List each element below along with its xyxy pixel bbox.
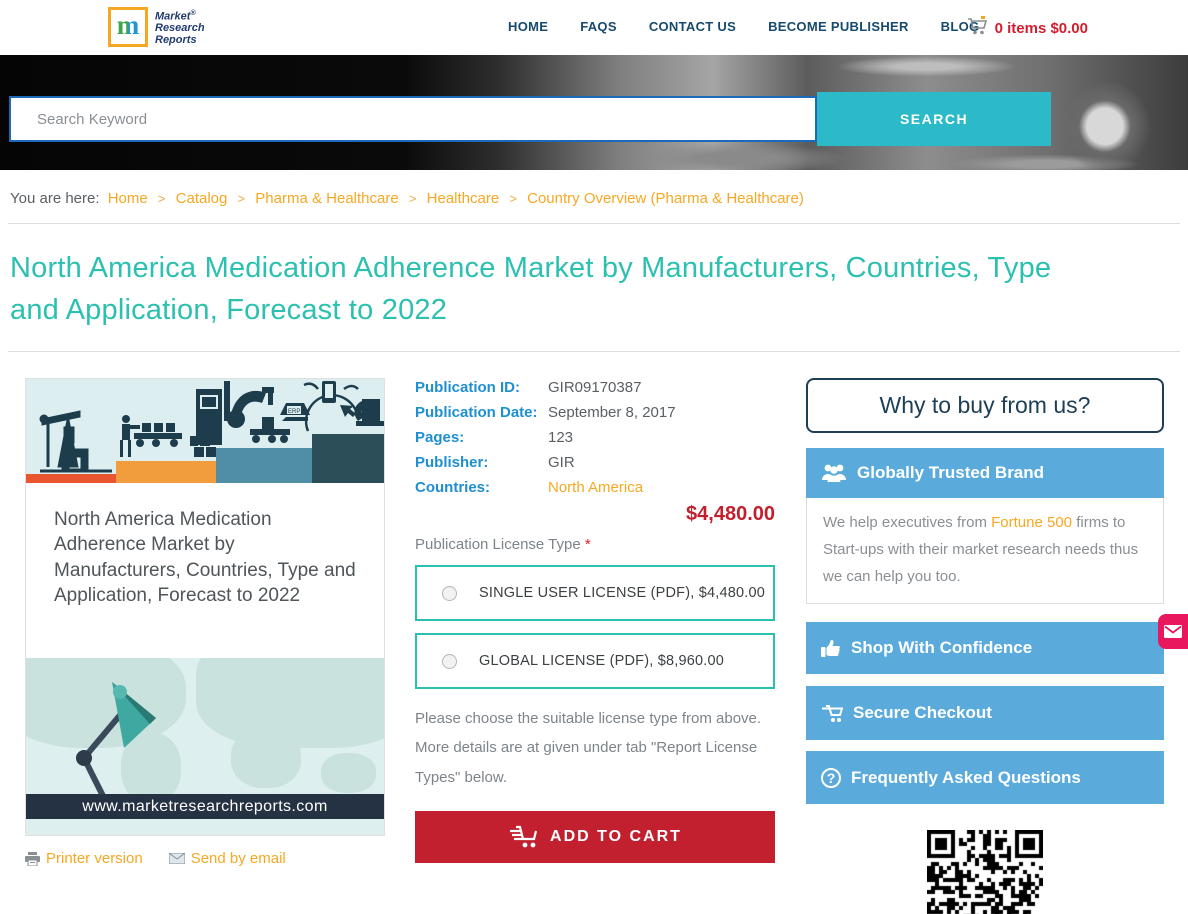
why-buy-box: Why to buy from us? <box>806 378 1164 434</box>
cart-icon <box>822 704 843 722</box>
breadcrumb-separator: > <box>157 191 166 206</box>
cart-summary: 0 items $0.00 <box>994 20 1088 37</box>
email-icon <box>168 853 185 865</box>
industry-illustration: ERP <box>26 379 384 484</box>
cover-title: North America Medication Adherence Marke… <box>26 483 384 659</box>
detail-row: Countries: North America <box>415 478 775 498</box>
site-header: m Market® Research Reports HOME FAQS CON… <box>0 0 1188 55</box>
printer-icon <box>25 851 40 866</box>
detail-label: Publication Date: <box>415 404 538 422</box>
page-title: North America Medication Adherence Marke… <box>10 252 1052 327</box>
nav-home[interactable]: HOME <box>508 19 548 34</box>
detail-row: Publication ID: GIR09170387 <box>415 378 775 398</box>
divider <box>8 223 1180 224</box>
oil-derrick-icon <box>39 410 112 473</box>
breadcrumb-healthcare[interactable]: Healthcare <box>427 190 500 207</box>
breadcrumb: You are here: Home > Catalog > Pharma & … <box>10 190 1188 207</box>
email-signup-tab[interactable] <box>1158 614 1188 649</box>
world-map-footer: www.marketresearchreports.com <box>26 658 384 836</box>
globally-trusted-bar[interactable]: Globally Trusted Brand <box>806 448 1164 499</box>
main-nav: HOME FAQS CONTACT US BECOME PUBLISHER BL… <box>508 19 979 34</box>
price: $4,480.00 <box>686 503 775 526</box>
nav-faqs[interactable]: FAQS <box>580 19 617 34</box>
breadcrumb-country-overview[interactable]: Country Overview (Pharma & Healthcare) <box>527 190 804 207</box>
faq-bar[interactable]: ? Frequently Asked Questions <box>806 751 1164 805</box>
growth-step-1 <box>26 474 116 484</box>
secure-checkout-bar[interactable]: Secure Checkout <box>806 686 1164 741</box>
license-option-global[interactable]: GLOBAL LICENSE (PDF), $8,960.00 <box>415 633 775 690</box>
radio-button[interactable] <box>442 653 457 669</box>
product-action-links: Printer version Send by email <box>25 850 385 867</box>
add-to-cart-button[interactable]: ADD TO CART <box>415 810 775 863</box>
fortune-500-link[interactable]: Fortune 500 <box>991 514 1072 531</box>
license-type-label: Publication License Type * <box>415 536 591 554</box>
divider <box>8 351 1180 353</box>
nav-become-publisher[interactable]: BECOME PUBLISHER <box>768 19 909 34</box>
shop-with-confidence-bar[interactable]: Shop With Confidence <box>806 622 1164 675</box>
map-shape <box>321 753 376 794</box>
iot-automation-icon: ERP <box>280 381 384 432</box>
envelope-icon <box>1164 625 1182 638</box>
breadcrumb-separator: > <box>509 191 517 206</box>
printer-version-link[interactable]: Printer version <box>25 850 143 867</box>
svg-text:ERP: ERP <box>288 409 300 415</box>
robot-arm-icon <box>196 381 290 446</box>
search-input[interactable] <box>9 96 817 142</box>
radio-button[interactable] <box>442 585 457 601</box>
product-column: ERP North America Medication Adherence M… <box>25 378 385 914</box>
thumbs-up-icon <box>821 640 840 658</box>
nav-contact-us[interactable]: CONTACT US <box>649 19 736 34</box>
license-option-single-user[interactable]: SINGLE USER LICENSE (PDF), $4,480.00 <box>415 565 775 622</box>
breadcrumb-separator: > <box>237 191 246 206</box>
publication-id-value: GIR09170387 <box>548 379 642 397</box>
users-icon <box>822 464 846 483</box>
pages-value: 123 <box>548 429 574 447</box>
detail-label: Publication ID: <box>415 379 520 397</box>
detail-row: Publisher: GIR <box>415 453 775 473</box>
cart-icon <box>967 16 989 41</box>
details-column: Publication ID: GIR09170387 Publication … <box>415 378 775 914</box>
add-cart-icon <box>510 825 538 848</box>
detail-row: Publication Date: September 8, 2017 <box>415 403 775 423</box>
publication-date-value: September 8, 2017 <box>548 404 676 422</box>
detail-row: Pages: 123 <box>415 428 775 448</box>
logo-wordmark: Market® Research Reports <box>155 9 205 46</box>
breadcrumb-home[interactable]: Home <box>108 190 148 207</box>
map-shape <box>231 728 301 789</box>
header-cart[interactable]: 0 items $0.00 <box>967 16 1088 41</box>
detail-label: Countries: <box>415 479 490 497</box>
required-asterisk: * <box>584 536 591 554</box>
main-content: ERP North America Medication Adherence M… <box>25 378 1188 914</box>
license-option-label: SINGLE USER LICENSE (PDF), $4,480.00 <box>479 585 766 602</box>
breadcrumb-catalog[interactable]: Catalog <box>176 190 228 207</box>
breadcrumb-prefix: You are here: <box>10 190 100 207</box>
license-note: Please choose the suitable license type … <box>415 710 762 786</box>
growth-step-2 <box>116 461 216 484</box>
growth-step-4 <box>312 434 384 484</box>
publisher-value: GIR <box>548 454 575 472</box>
license-option-label: GLOBAL LICENSE (PDF), $8,960.00 <box>479 653 725 670</box>
site-logo[interactable]: m Market® Research Reports <box>108 7 205 47</box>
breadcrumb-separator: > <box>408 191 417 206</box>
trusted-brand-text: We help executives from Fortune 500 firm… <box>806 498 1164 605</box>
product-cover-image[interactable]: ERP North America Medication Adherence M… <box>25 378 385 837</box>
qr-code-area <box>806 830 1164 914</box>
qr-code <box>927 830 1043 914</box>
search-banner: SEARCH <box>0 55 1188 170</box>
website-url-band: www.marketresearchreports.com <box>26 794 384 820</box>
sidebar: Why to buy from us? Globally Trusted Bra… <box>806 378 1164 914</box>
question-icon: ? <box>821 767 841 788</box>
growth-step-3 <box>216 448 312 484</box>
breadcrumb-pharma-healthcare[interactable]: Pharma & Healthcare <box>255 190 398 207</box>
countries-link[interactable]: North America <box>548 478 643 498</box>
detail-label: Publisher: <box>415 454 489 472</box>
logo-m-icon: m <box>108 7 148 47</box>
search-button[interactable]: SEARCH <box>817 92 1051 146</box>
send-by-email-link[interactable]: Send by email <box>168 850 286 867</box>
detail-label: Pages: <box>415 429 465 447</box>
